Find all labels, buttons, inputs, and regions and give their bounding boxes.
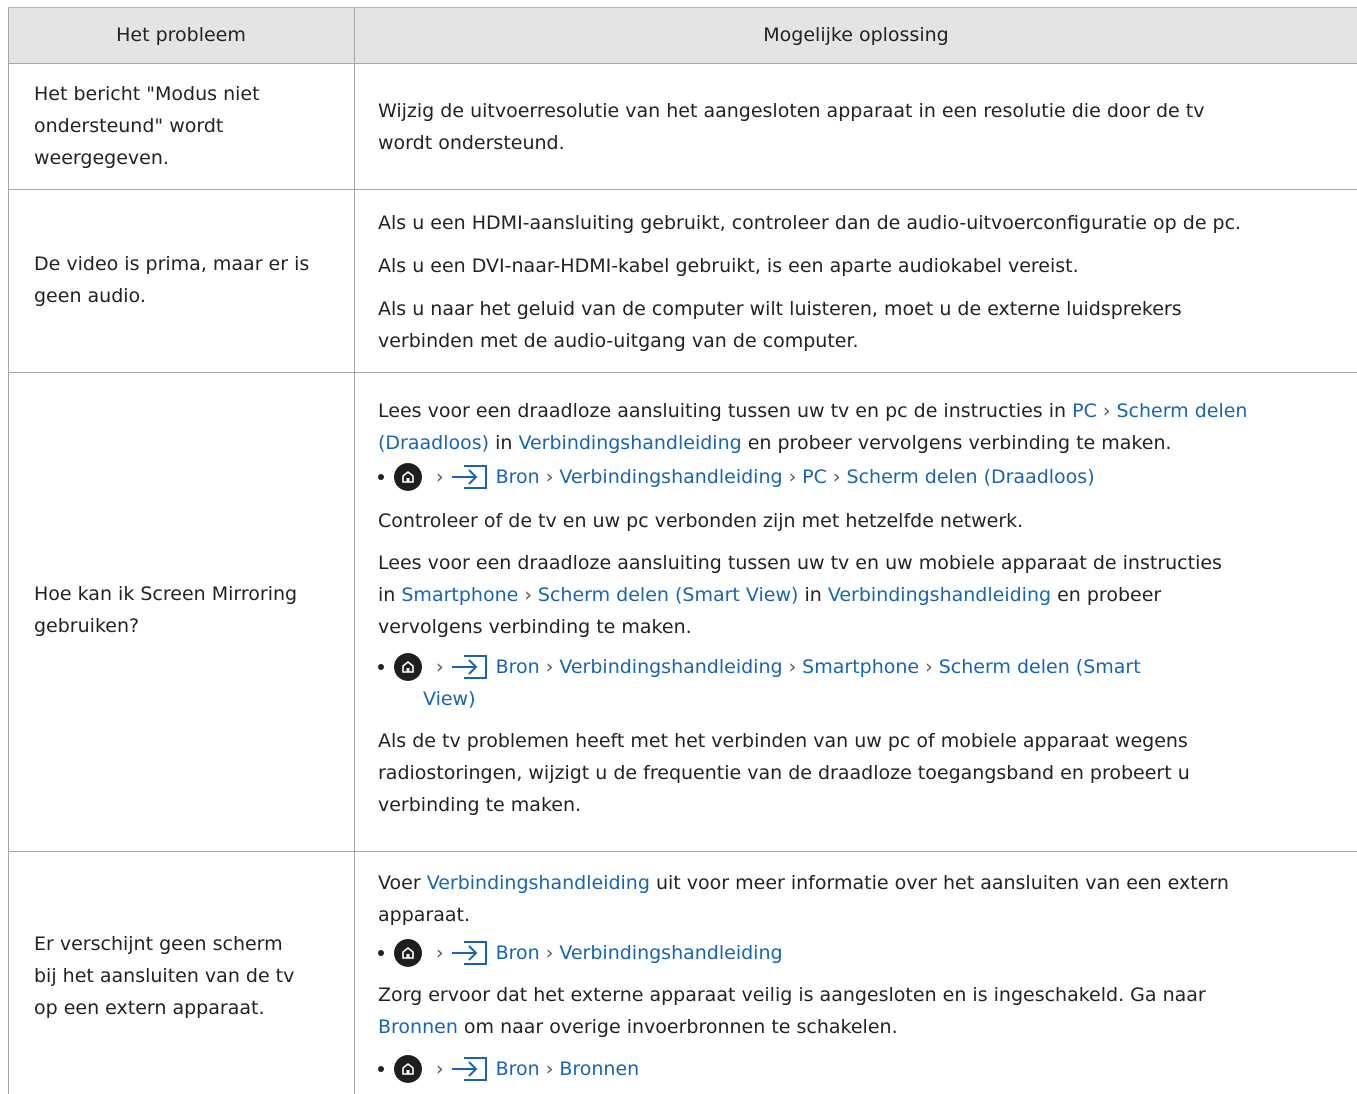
home-icon xyxy=(394,1055,422,1083)
problem-cell: Het bericht "Modus niet ondersteund" wor… xyxy=(34,78,334,174)
nav-scherm-delen[interactable]: Scherm delen (Draadloos) xyxy=(847,461,1095,493)
problem-line: geen audio. xyxy=(34,285,146,307)
link-scherm-delen-smart-view[interactable]: Scherm delen (Smart View) xyxy=(538,584,799,606)
chevron-right-icon: › xyxy=(524,584,532,606)
nav-path: › Bron › Verbindingshandleiding xyxy=(378,937,783,969)
nav-bron[interactable]: Bron xyxy=(496,1053,540,1085)
problem-cell: Hoe kan ik Screen Mirroring gebruiken? xyxy=(34,578,334,642)
problem-line: weergegeven. xyxy=(34,147,169,169)
solution-line: radiostoringen, wijzigt u de frequentie … xyxy=(378,762,1190,784)
bullet xyxy=(378,1066,384,1072)
solution-line: Controleer of de tv en uw pc verbonden z… xyxy=(378,510,1024,532)
chevron-right-icon: › xyxy=(925,656,933,678)
link-pc[interactable]: PC xyxy=(1072,400,1097,422)
solution-line: Bronnen om naar overige invoerbronnen te… xyxy=(378,1016,898,1038)
source-icon xyxy=(450,940,488,966)
chevron-right-icon: › xyxy=(436,656,444,678)
solution-line: Voer Verbindingshandleiding uit voor mee… xyxy=(378,872,1229,894)
problem-line: bij het aansluiten van de tv xyxy=(34,965,295,987)
link-smartphone[interactable]: Smartphone xyxy=(401,584,518,606)
home-icon xyxy=(394,653,422,681)
problem-line: op een extern apparaat. xyxy=(34,997,265,1019)
row-divider xyxy=(8,189,1357,190)
nav-continuation: View) xyxy=(423,683,476,715)
troubleshooting-table: Het probleem Mogelijke oplossing Het ber… xyxy=(8,7,1357,1094)
solution-line: Lees voor een draadloze aansluiting tuss… xyxy=(378,400,1248,422)
nav-scherm-delen-smart[interactable]: Scherm delen (Smart xyxy=(939,651,1141,683)
solution-line: in Smartphone › Scherm delen (Smart View) … xyxy=(378,584,1162,606)
problem-line: Het bericht "Modus niet xyxy=(34,83,260,105)
solution-line: verbinding te maken. xyxy=(378,794,582,816)
chevron-right-icon: › xyxy=(545,1058,554,1080)
solution-line: (Draadloos) in Verbindingshandleiding en… xyxy=(378,432,1172,454)
nav-path: › Bron › Bronnen xyxy=(378,1053,639,1085)
nav-bronnen[interactable]: Bronnen xyxy=(559,1053,639,1085)
nav-verbindingshandleiding[interactable]: Verbindingshandleiding xyxy=(559,651,782,683)
source-icon xyxy=(450,464,488,490)
home-icon xyxy=(394,463,422,491)
solution-line: Wijzig de uitvoerresolutie van het aange… xyxy=(378,100,1205,122)
column-divider xyxy=(354,8,355,1094)
solution-line: verbinden met de audio-uitgang van de co… xyxy=(378,330,859,352)
solution-line: vervolgens verbinding te maken. xyxy=(378,616,692,638)
problem-line: ondersteund" wordt xyxy=(34,115,224,137)
chevron-right-icon: › xyxy=(545,466,554,488)
link-verbindingshandleiding[interactable]: Verbindingshandleiding xyxy=(518,432,741,454)
row-divider xyxy=(8,372,1357,373)
link-verbindingshandleiding[interactable]: Verbindingshandleiding xyxy=(427,872,650,894)
solution-line: Als u een HDMI-aansluiting gebruikt, con… xyxy=(378,212,1242,234)
nav-path: › Bron › Verbindingshandleiding › Smartp… xyxy=(378,651,1141,683)
problem-line: Er verschijnt geen scherm xyxy=(34,933,283,955)
link-verbindingshandleiding[interactable]: Verbindingshandleiding xyxy=(828,584,1051,606)
source-icon xyxy=(450,1056,488,1082)
problem-cell: Er verschijnt geen scherm bij het aanslu… xyxy=(34,928,334,1024)
nav-pc[interactable]: PC xyxy=(802,461,827,493)
bullet xyxy=(378,950,384,956)
bullet xyxy=(378,664,384,670)
problem-cell: De video is prima, maar er is geen audio… xyxy=(34,248,334,312)
nav-smartphone[interactable]: Smartphone xyxy=(802,651,919,683)
solution-line: Lees voor een draadloze aansluiting tuss… xyxy=(378,552,1222,574)
row-divider xyxy=(8,851,1357,852)
nav-bron[interactable]: Bron xyxy=(496,461,540,493)
solution-line: wordt ondersteund. xyxy=(378,132,565,154)
link-scherm-delen[interactable]: Scherm delen xyxy=(1116,400,1247,422)
chevron-right-icon: › xyxy=(436,1058,444,1080)
chevron-right-icon: › xyxy=(788,656,797,678)
chevron-right-icon: › xyxy=(436,942,444,964)
solution-line: Als de tv problemen heeft met het verbin… xyxy=(378,730,1188,752)
problem-line: gebruiken? xyxy=(34,615,140,637)
nav-scherm-delen-smart-cont[interactable]: View) xyxy=(423,688,476,710)
solution-line: Zorg ervoor dat het externe apparaat vei… xyxy=(378,984,1206,1006)
header-solution: Mogelijke oplossing xyxy=(763,24,949,46)
solution-line: Als u een DVI-naar-HDMI-kabel gebruikt, … xyxy=(378,255,1079,277)
solution-line: Als u naar het geluid van de computer wi… xyxy=(378,298,1182,320)
nav-path: › Bron › Verbindingshandleiding › PC › S… xyxy=(378,461,1095,493)
link-scherm-delen-cont[interactable]: (Draadloos) xyxy=(378,432,489,454)
nav-verbindingshandleiding[interactable]: Verbindingshandleiding xyxy=(559,461,782,493)
problem-line: De video is prima, maar er is xyxy=(34,253,310,275)
link-bronnen[interactable]: Bronnen xyxy=(378,1016,458,1038)
chevron-right-icon: › xyxy=(832,466,841,488)
chevron-right-icon: › xyxy=(788,466,797,488)
chevron-right-icon: › xyxy=(436,466,444,488)
source-icon xyxy=(450,654,488,680)
problem-line: Hoe kan ik Screen Mirroring xyxy=(34,583,298,605)
header-problem: Het probleem xyxy=(116,24,246,46)
left-border xyxy=(8,8,9,1094)
table-header: Het probleem Mogelijke oplossing xyxy=(8,8,1357,64)
solution-line: apparaat. xyxy=(378,904,470,926)
nav-bron[interactable]: Bron xyxy=(496,937,540,969)
nav-verbindingshandleiding[interactable]: Verbindingshandleiding xyxy=(559,937,782,969)
chevron-right-icon: › xyxy=(545,656,554,678)
chevron-right-icon: › xyxy=(545,942,554,964)
chevron-right-icon: › xyxy=(1102,400,1111,422)
bullet xyxy=(378,474,384,480)
nav-bron[interactable]: Bron xyxy=(496,651,540,683)
home-icon xyxy=(394,939,422,967)
